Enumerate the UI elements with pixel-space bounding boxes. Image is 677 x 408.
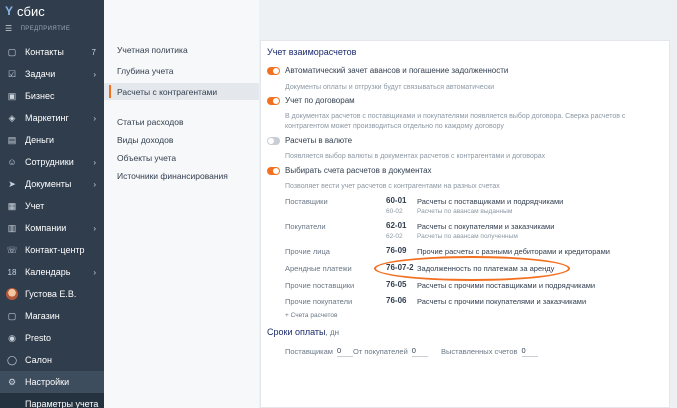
nav-business[interactable]: ▣ Бизнес <box>0 85 104 107</box>
menu-item-income-types[interactable]: Виды доходов <box>104 131 259 148</box>
account-subdesc: Расчеты по авансам выданным <box>417 208 513 215</box>
app-name: сбис <box>17 3 45 19</box>
option-auto-offset[interactable]: Автоматический зачет авансов и погашение… <box>267 66 508 75</box>
tasks-icon: ☑ <box>7 68 17 79</box>
account-desc: Расчеты с прочими покупателями и заказчи… <box>417 297 587 306</box>
option-currency[interactable]: Расчеты в валюте <box>267 136 352 145</box>
nav-employees[interactable]: ☺ Сотрудники › <box>0 151 104 173</box>
headset-icon: ☏ <box>6 244 18 255</box>
money-icon: ▤ <box>7 134 17 145</box>
account-label: Поставщики <box>285 197 328 206</box>
nav-accounting[interactable]: ▦ Учет <box>0 195 104 217</box>
nav-marketing[interactable]: ◈ Маркетинг › <box>0 107 104 129</box>
companies-icon: ▥ <box>7 222 17 233</box>
settings-menu: Учетная политика Глубина учета Расчеты с… <box>104 0 259 408</box>
business-icon: ▣ <box>7 90 17 101</box>
sbis-logo-icon: Y <box>5 4 14 18</box>
account-desc: Прочие расчеты с разными дебиторами и кр… <box>417 247 610 256</box>
menu-icon[interactable]: ☰ <box>5 24 13 33</box>
section-title: Учет взаиморасчетов <box>267 47 357 57</box>
nav-calendar[interactable]: 18 Календарь › <box>0 261 104 283</box>
highlight-annotation <box>374 256 570 281</box>
calendar-day: 18 <box>7 267 17 277</box>
chevron-right-icon: › <box>93 223 96 233</box>
account-code[interactable]: 60-01 <box>386 196 406 205</box>
option-hint: контрагентом может производиться отдельн… <box>285 123 504 130</box>
account-label: Покупатели <box>285 222 326 231</box>
toggle-switch[interactable] <box>267 136 280 145</box>
option-hint: Позволяет вести учет расчетов с контраге… <box>285 183 500 190</box>
accounting-icon: ▦ <box>7 200 17 211</box>
presto-icon: ◉ <box>8 332 16 343</box>
due-suppliers[interactable]: Поставщикам 0 <box>285 346 353 357</box>
nav-contacts[interactable]: ▢ Контакты 7 <box>0 41 104 63</box>
option-hint: В документах расчетов с поставщиками и п… <box>285 113 626 120</box>
chat-icon: ▢ <box>7 46 17 57</box>
settlements-panel: Учет взаиморасчетов Автоматический зачет… <box>260 40 670 408</box>
add-account-link[interactable]: + Счета расчетов <box>285 312 338 319</box>
account-code[interactable]: 76-05 <box>386 280 406 289</box>
nav-accounting-params[interactable]: Параметры учета <box>0 393 104 408</box>
menu-item-expense-items[interactable]: Статьи расходов <box>104 113 259 130</box>
due-section-title: Сроки оплаты, дн <box>267 327 340 337</box>
nav-contact-center[interactable]: ☏ Контакт-центр <box>0 239 104 261</box>
account-label: Прочие лица <box>285 247 330 256</box>
account-subcode[interactable]: 62-02 <box>386 233 403 240</box>
app-logo[interactable]: Y сбис <box>5 3 45 19</box>
nav-presto[interactable]: ◉ Presto <box>0 327 104 349</box>
account-code[interactable]: 76-09 <box>386 246 406 255</box>
account-subcode[interactable]: 60-02 <box>386 208 403 215</box>
option-select-accounts[interactable]: Выбирать счета расчетов в документах <box>267 166 432 175</box>
account-label: Прочие покупатели <box>285 297 353 306</box>
marketing-icon: ◈ <box>8 112 16 123</box>
account-code[interactable]: 76-06 <box>386 296 406 305</box>
option-hint: Документы оплаты и отгрузки будут связыв… <box>285 84 495 91</box>
chevron-right-icon: › <box>93 179 96 189</box>
due-buyers[interactable]: От покупателей 0 <box>353 346 428 357</box>
send-icon: ➤ <box>8 178 16 189</box>
menu-item-accounting-objects[interactable]: Объекты учета <box>104 149 259 166</box>
due-invoices-input[interactable]: 0 <box>521 346 538 357</box>
sidebar: Y сбис ☰ ПРЕДПРИЯТИЕ ▢ Контакты 7 ☑ Задачи ›… <box>0 0 104 408</box>
option-hint: Появляется выбор валюты в документах рас… <box>285 153 546 160</box>
account-desc: Расчеты с поставщиками и подрядчиками <box>417 197 564 206</box>
option-contracts[interactable]: Учет по договорам <box>267 96 355 105</box>
account-label: Прочие поставщики <box>285 281 355 290</box>
nav-profile[interactable]: Густова Е.В. <box>0 283 104 305</box>
due-suppliers-input[interactable]: 0 <box>336 346 353 357</box>
sidebar-subtitle: ☰ ПРЕДПРИЯТИЕ <box>5 24 71 33</box>
nav-count: 7 <box>91 47 96 57</box>
account-code[interactable]: 62-01 <box>386 221 406 230</box>
menu-item-counterparty-settlements[interactable]: Расчеты с контрагентами <box>104 83 259 100</box>
salon-icon: ◯ <box>6 354 18 365</box>
chevron-right-icon: › <box>93 113 96 123</box>
menu-item-funding-sources[interactable]: Источники финансирования <box>104 167 259 184</box>
chevron-right-icon: › <box>93 157 96 167</box>
nav-documents[interactable]: ➤ Документы › <box>0 173 104 195</box>
chevron-right-icon: › <box>93 267 96 277</box>
gear-icon: ⚙ <box>7 376 17 387</box>
chevron-right-icon: › <box>93 69 96 79</box>
due-buyers-input[interactable]: 0 <box>411 346 428 357</box>
menu-item-accounting-policy[interactable]: Учетная политика <box>104 41 259 58</box>
nav-money[interactable]: ▤ Деньги <box>0 129 104 151</box>
toggle-switch[interactable] <box>267 166 280 175</box>
store-icon: ▢ <box>7 310 17 321</box>
account-desc: Расчеты с покупателями и заказчиками <box>417 222 555 231</box>
toggle-switch[interactable] <box>267 66 280 75</box>
nav-companies[interactable]: ▥ Компании › <box>0 217 104 239</box>
account-desc: Расчеты с прочими поставщиками и подрядч… <box>417 281 596 290</box>
nav-tasks[interactable]: ☑ Задачи › <box>0 63 104 85</box>
nav-store[interactable]: ▢ Магазин <box>0 305 104 327</box>
nav-salon[interactable]: ◯ Салон <box>0 349 104 371</box>
due-invoices[interactable]: Выставленных счетов 0 <box>441 346 538 357</box>
account-label: Арендные платежи <box>285 264 352 273</box>
avatar <box>6 288 18 300</box>
account-subdesc: Расчеты по авансам полученным <box>417 233 518 240</box>
nav-settings[interactable]: ⚙ Настройки <box>0 371 104 393</box>
toggle-switch[interactable] <box>267 96 280 105</box>
menu-item-accounting-depth[interactable]: Глубина учета <box>104 62 259 79</box>
employees-icon: ☺ <box>7 157 17 167</box>
